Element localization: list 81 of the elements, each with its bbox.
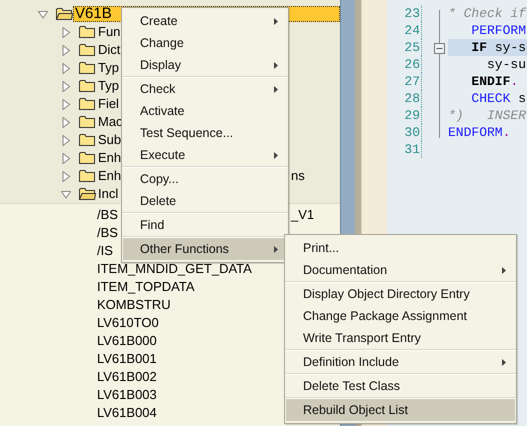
menu-item[interactable]: Display Object Directory Entry <box>286 283 515 305</box>
line-number: 24 <box>403 23 420 38</box>
code-line: * Check if <box>448 5 527 22</box>
line-number: 29 <box>403 108 420 123</box>
menu-item[interactable]: Print... <box>286 237 515 259</box>
code-line: *) INSER <box>448 107 527 124</box>
folder-icon <box>79 79 96 93</box>
folder-icon <box>79 43 96 57</box>
menu-item[interactable]: Write Transport Entry <box>286 327 515 349</box>
folder-icon <box>79 169 96 183</box>
menu-item[interactable]: Copy... <box>123 168 287 190</box>
folder-icon <box>79 115 96 129</box>
menu-item[interactable]: Test Sequence... <box>123 122 287 144</box>
folder-icon <box>79 61 96 75</box>
folder-icon <box>79 151 96 165</box>
tree-node-label[interactable]: /IS <box>97 244 113 258</box>
expand-toggle-icon[interactable] <box>61 80 71 92</box>
menu-item[interactable]: Find <box>123 214 287 236</box>
tree-node-label[interactable]: KOMBSTRU <box>97 298 171 312</box>
line-number: 25 <box>403 40 420 55</box>
menu-item[interactable]: Documentation <box>286 259 515 281</box>
tree-node-label[interactable]: Incl <box>96 186 120 202</box>
menu-item[interactable]: Other Functions <box>123 238 287 260</box>
menu-item[interactable]: Change Package Assignment <box>286 305 515 327</box>
line-number: 28 <box>403 91 420 106</box>
expand-toggle-icon[interactable] <box>38 8 48 20</box>
expand-toggle-icon[interactable] <box>61 152 71 164</box>
tree-node-label[interactable]: ns <box>291 169 305 183</box>
tree-node-label[interactable]: ITEM_MNDID_GET_DATA <box>97 262 252 276</box>
expand-toggle-icon[interactable] <box>61 188 71 200</box>
tree-node-label[interactable]: LV61B000 <box>97 334 157 348</box>
tree-node-label[interactable]: Mac <box>96 114 125 130</box>
line-number: 31 <box>403 142 420 157</box>
menu-item[interactable]: Activate <box>123 100 287 122</box>
tree-node-label[interactable]: /BS <box>97 208 118 222</box>
menu-item[interactable]: Execute <box>123 144 287 166</box>
expand-toggle-icon[interactable] <box>61 26 71 38</box>
line-number: 26 <box>403 57 420 72</box>
menu-item[interactable]: Definition Include <box>286 351 515 373</box>
tree-node-label[interactable]: Typ <box>96 60 121 76</box>
menu-item[interactable]: Change <box>123 32 287 54</box>
tree-node-label[interactable]: LV610TO0 <box>97 316 159 330</box>
menu-item[interactable]: Rebuild Object List <box>286 399 515 421</box>
code-line: ENDIF. <box>470 73 520 90</box>
tree-node-label[interactable]: /BS <box>97 226 118 240</box>
tree-node-label[interactable]: Enh <box>96 150 124 166</box>
expand-toggle-icon[interactable] <box>61 170 71 182</box>
folder-icon <box>79 25 96 39</box>
menu-item[interactable]: Create <box>123 10 287 32</box>
folder-icon <box>79 97 96 111</box>
line-number: 27 <box>403 74 420 89</box>
expand-toggle-icon[interactable] <box>61 44 71 56</box>
code-line: PERFORM <box>470 22 527 39</box>
line-number: 30 <box>403 125 420 140</box>
tree-node-label[interactable]: ITEM_TOPDATA <box>97 280 195 294</box>
menu-item[interactable]: Check <box>123 78 287 100</box>
expand-toggle-icon[interactable] <box>61 62 71 74</box>
tree-node-label[interactable]: Dict <box>96 42 122 58</box>
tree-node-label[interactable]: Fun <box>96 24 122 40</box>
menu-item[interactable]: Display <box>123 54 287 76</box>
tree-node-label[interactable]: LV61B001 <box>97 352 157 366</box>
expand-toggle-icon[interactable] <box>61 134 71 146</box>
expand-toggle-icon[interactable] <box>61 98 71 110</box>
tree-node-label[interactable]: LV61B004 <box>97 406 157 420</box>
line-number: 23 <box>403 6 420 21</box>
tree-node-label[interactable]: Typ <box>96 78 121 94</box>
code-line: sy-su <box>486 56 527 73</box>
menu-item[interactable]: Delete Test Class <box>286 375 515 397</box>
tree-node-label[interactable]: Fiel <box>96 96 121 112</box>
open-folder-icon <box>79 187 96 201</box>
tree-node-label[interactable]: Enh <box>96 168 124 184</box>
tree-node-label[interactable]: Sub <box>96 132 124 148</box>
tree-node-label[interactable]: _V1 <box>291 208 314 222</box>
collapse-icon[interactable] <box>434 43 445 54</box>
tree-node-label[interactable]: LV61B002 <box>97 370 157 384</box>
menu-item[interactable]: Delete <box>123 190 287 212</box>
tree-node-label[interactable]: LV61B003 <box>97 388 157 402</box>
expand-toggle-icon[interactable] <box>61 116 71 128</box>
code-line: CHECK s <box>470 90 527 107</box>
folder-icon <box>79 133 96 147</box>
code-line: ENDFORM. <box>448 124 512 141</box>
